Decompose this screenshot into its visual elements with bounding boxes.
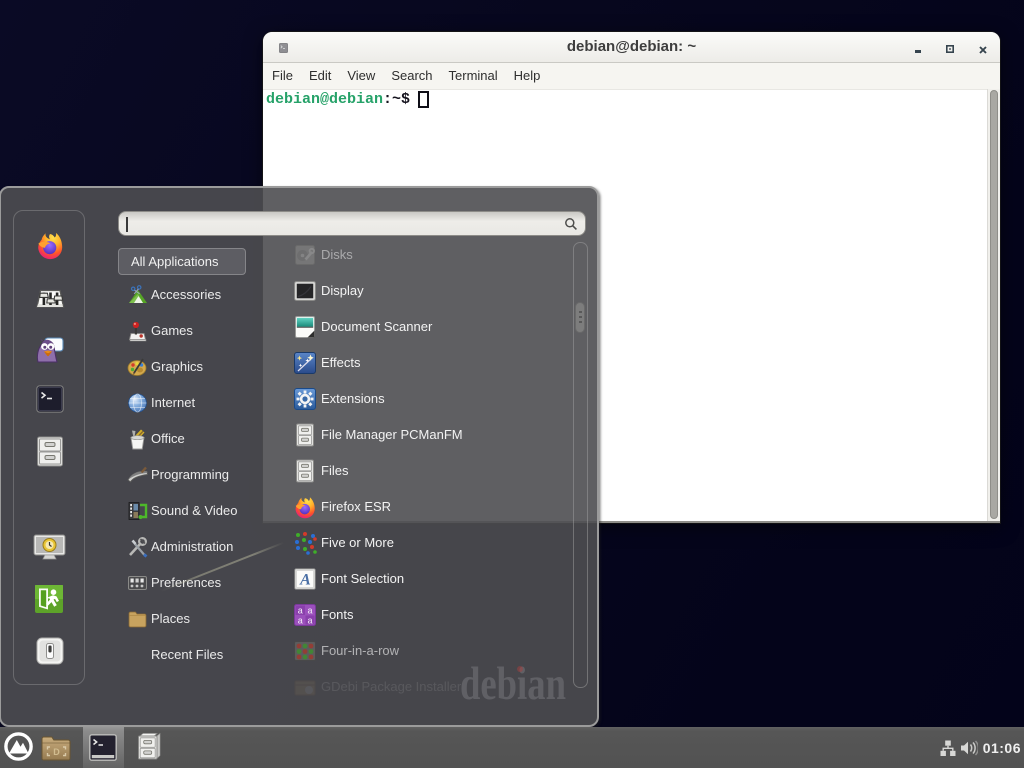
svg-text:A: A: [299, 572, 311, 589]
svg-text:a: a: [307, 616, 312, 626]
svg-text:a: a: [298, 606, 303, 616]
svg-text:a: a: [298, 616, 303, 626]
svg-text:a: a: [307, 606, 312, 616]
svg-text:D: D: [53, 747, 60, 757]
